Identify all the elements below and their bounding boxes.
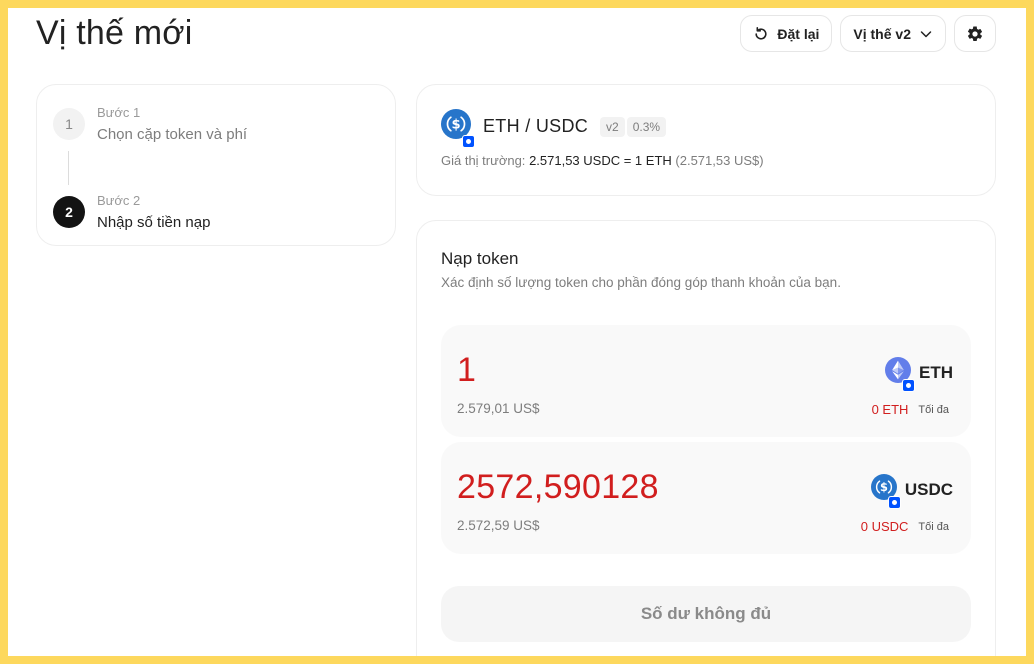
version-tag: v2	[600, 116, 625, 137]
reset-label: Đặt lại	[777, 25, 820, 42]
insufficient-balance-button[interactable]: Số dư không đủ	[441, 586, 971, 642]
top-actions: Đặt lại Vị thế v2	[740, 15, 996, 52]
eth-balance: 0 ETH	[871, 402, 909, 417]
usdc-symbol: USDC	[904, 479, 953, 499]
usdc-logo-icon: $	[441, 109, 475, 148]
step-1[interactable]: 1 Bước 1 Chọn cặp token và phí	[53, 105, 247, 147]
app-window: Vị thế mới Đặt lại Vị thế v2 1 Bước 1 Ch…	[8, 8, 1026, 656]
usdc-token-label: $ USDC	[870, 474, 953, 509]
eth-balance-row: 0 ETH Tối đa	[872, 402, 949, 417]
pair-separator: /	[525, 116, 531, 136]
step-connector	[68, 151, 69, 185]
market-price-usd: (2.571,53 US$)	[675, 153, 764, 168]
usdc-balance: 0 USDC	[860, 519, 909, 534]
step-1-caption: Bước 1	[97, 105, 141, 120]
eth-usd-value: 2.579,01 US$	[457, 401, 540, 416]
step-2-caption: Bước 2	[97, 193, 141, 208]
step-1-number: 1	[53, 108, 85, 140]
usdc-amount-input[interactable]: 2572,590128	[457, 468, 659, 507]
page-title: Vị thế mới	[36, 14, 193, 52]
eth-symbol: ETH	[919, 362, 953, 382]
usdc-max-button[interactable]: Tối đa	[918, 521, 949, 533]
reset-button[interactable]: Đặt lại	[740, 15, 833, 52]
gear-icon	[966, 25, 984, 43]
pair-token-b: USDC	[535, 116, 589, 136]
usdc-balance-row: 0 USDC Tối đa	[861, 519, 949, 534]
usdc-logo-icon: $	[870, 474, 901, 509]
eth-token-label: ETH	[885, 357, 953, 392]
market-price: Giá thị trường: 2.571,53 USDC = 1 ETH (2…	[441, 153, 764, 168]
market-price-value: 2.571,53 USDC = 1 ETH	[529, 153, 672, 168]
eth-max-button[interactable]: Tối đa	[918, 404, 949, 416]
base-chain-icon	[462, 135, 475, 148]
usdc-input-box[interactable]: 2572,590128 2.572,59 US$ $ USDC 0 USDC T…	[441, 442, 971, 554]
pair-token-a: ETH	[483, 116, 520, 136]
refresh-icon	[753, 26, 769, 42]
base-chain-icon	[902, 379, 915, 392]
version-dropdown[interactable]: Vị thế v2	[840, 15, 946, 52]
eth-amount-input[interactable]: 1	[457, 351, 476, 390]
steps-card: 1 Bước 1 Chọn cặp token và phí 2 Bước 2 …	[36, 84, 396, 246]
deposit-description: Xác định số lượng token cho phần đóng gó…	[441, 275, 841, 290]
eth-input-box[interactable]: 1 2.579,01 US$ ETH 0 ETH Tối đa	[441, 325, 971, 437]
chevron-down-icon	[919, 27, 933, 41]
eth-logo-icon	[885, 357, 915, 392]
fee-tag: 0.3%	[626, 116, 667, 137]
step-2-label: Nhập số tiền nạp	[97, 214, 211, 231]
settings-button[interactable]	[954, 15, 996, 52]
pair-header: $ ETH / USDC v2 0.3%	[441, 109, 667, 148]
version-label: Vị thế v2	[853, 25, 911, 42]
step-2[interactable]: 2 Bước 2 Nhập số tiền nạp	[53, 193, 210, 235]
deposit-title: Nạp token	[441, 249, 519, 268]
pair-name: ETH / USDC	[483, 116, 588, 137]
usdc-usd-value: 2.572,59 US$	[457, 518, 540, 533]
deposit-card: Nạp token Xác định số lượng token cho ph…	[416, 220, 996, 656]
pair-tags: v2 0.3%	[600, 116, 667, 137]
svg-text:$: $	[880, 480, 888, 494]
market-price-label: Giá thị trường:	[441, 153, 526, 168]
base-chain-icon	[887, 496, 901, 509]
svg-text:$: $	[451, 118, 460, 133]
pair-card: $ ETH / USDC v2 0.3% Giá thị trường: 2.5…	[416, 84, 996, 196]
step-2-number: 2	[53, 196, 85, 228]
step-1-label: Chọn cặp token và phí	[97, 126, 248, 143]
